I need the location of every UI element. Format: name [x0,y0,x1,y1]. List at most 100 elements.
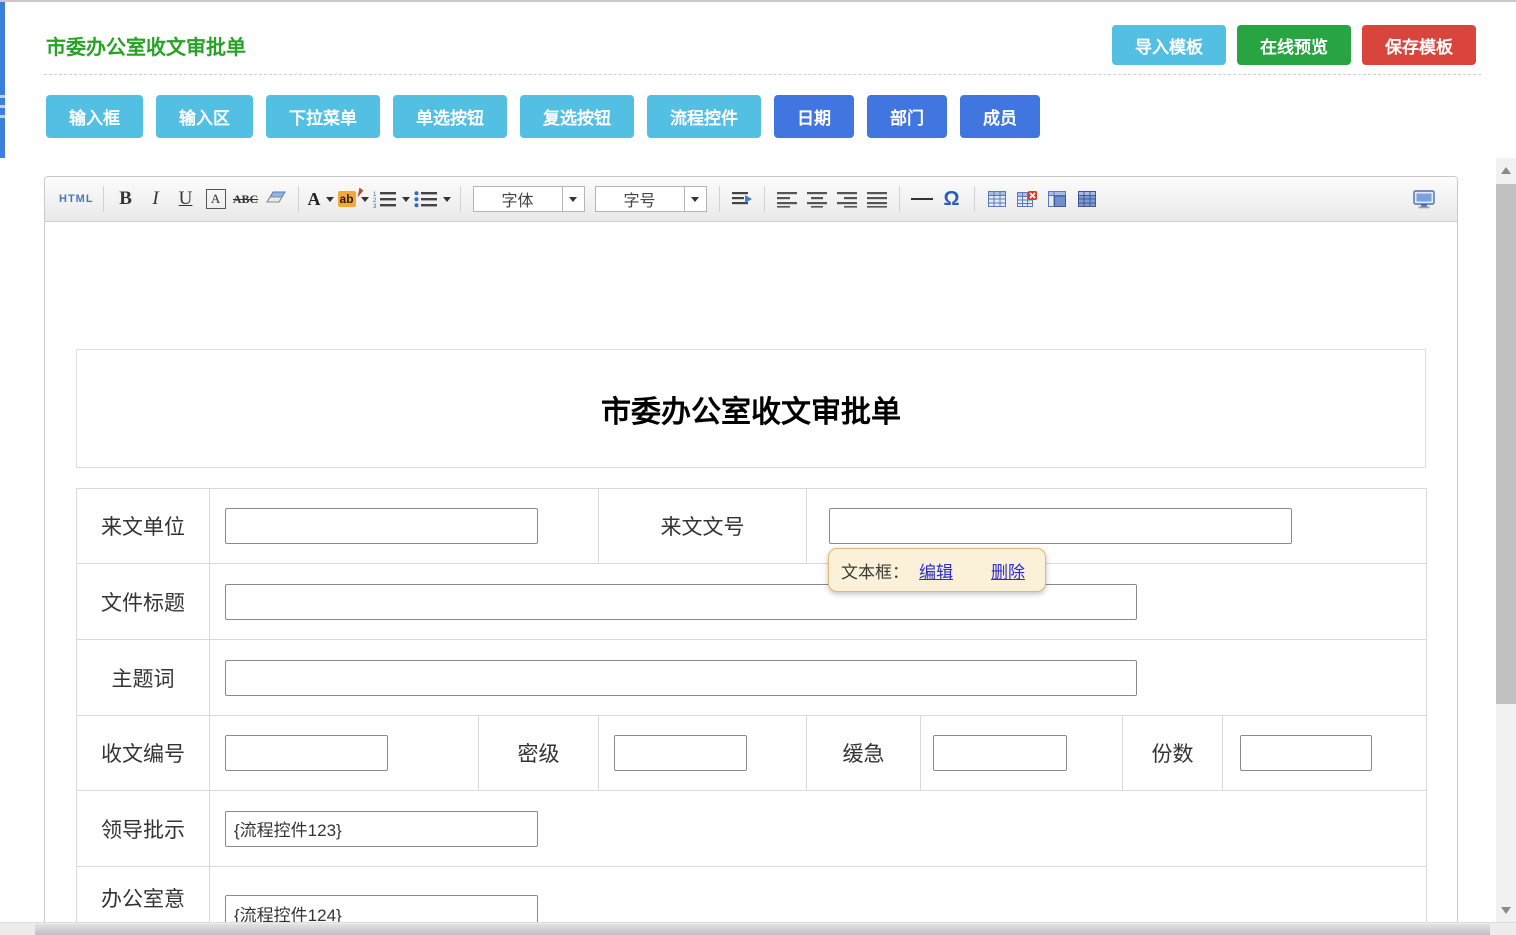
unordered-list-icon [414,190,438,208]
align-right-icon [836,190,858,208]
fullscreen-button[interactable] [1411,184,1437,214]
table-row: 来文单位 来文文号 [77,489,1427,564]
dropdown-caret-icon [691,197,699,202]
bold-icon: B [119,188,132,210]
horizontal-scrollbar-thumb[interactable] [35,924,1490,935]
toolbox-date-button[interactable]: 日期 [774,95,854,138]
leader-note-input[interactable] [225,811,538,847]
indent-button[interactable] [729,184,755,214]
table-row: 收文编号 密级 缓急 份数 [77,716,1427,791]
toolbox-input-box-button[interactable]: 输入框 [46,95,143,138]
toolbar-separator [298,186,299,212]
sidebar-edge [0,2,5,158]
ordered-list-icon: 1 2 3 [373,190,397,208]
scroll-down-button[interactable] [1496,900,1516,920]
horizontal-rule-button[interactable] [909,184,935,214]
editor-toolbar: HTML B I U A ABC A ab 1 2 3 [45,177,1457,222]
receipt-no-input[interactable] [225,735,388,771]
toolbox-textarea-button[interactable]: 输入区 [156,95,253,138]
import-template-button[interactable]: 导入模板 [1112,25,1226,65]
special-char-button[interactable]: Ω [939,184,965,214]
font-family-select[interactable]: 字体 [473,186,585,212]
align-justify-button[interactable] [864,184,890,214]
toolbox-department-button[interactable]: 部门 [867,95,947,138]
font-size-value: 字号 [596,187,684,211]
font-size-select[interactable]: 字号 [595,186,707,212]
select-arrow[interactable] [562,187,584,211]
dropdown-caret-icon [361,197,369,202]
source-code-button[interactable]: HTML [59,184,94,214]
strikethrough-icon: ABC [233,192,258,207]
subject-label: 主题词 [77,640,210,716]
tooltip-label: 文本框： [841,558,909,583]
form-title-box: 市委办公室收文审批单 [76,349,1426,468]
toolbox-member-button[interactable]: 成员 [960,95,1040,138]
toolbox-flow-control-button[interactable]: 流程控件 [647,95,761,138]
header-actions: 导入模板 在线预览 保存模板 [1112,25,1476,65]
from-unit-input[interactable] [225,508,538,544]
remove-format-button[interactable] [263,184,289,214]
svg-text:3: 3 [373,204,377,208]
bold-button[interactable]: B [113,184,139,214]
toolbar-separator [899,186,900,212]
eraser-icon [265,190,287,208]
align-left-icon [776,190,798,208]
urgency-input[interactable] [933,735,1067,771]
secrecy-input[interactable] [614,735,747,771]
dropdown-caret-icon [402,197,410,202]
scroll-up-button[interactable] [1496,160,1516,180]
cell-properties-button[interactable] [1044,184,1070,214]
cell-properties-icon [1048,191,1066,207]
toolbox-dropdown-button[interactable]: 下拉菜单 [266,95,380,138]
ordered-list-button[interactable]: 1 2 3 [373,184,410,214]
strikethrough-button[interactable]: ABC [233,184,259,214]
vertical-scrollbar-thumb[interactable] [1496,184,1516,704]
toolbox-checkbox-button[interactable]: 复选按钮 [520,95,634,138]
insert-table-icon [988,191,1006,207]
underline-button[interactable]: U [173,184,199,214]
style-box-button[interactable]: A [203,184,229,214]
sidebar-edge-mark [0,105,5,108]
toolbox-radio-button[interactable]: 单选按钮 [393,95,507,138]
source-icon: HTML [59,193,94,205]
toolbar-separator [974,186,975,212]
tooltip-delete-link[interactable]: 删除 [991,558,1025,583]
font-color-button[interactable]: A [308,184,334,214]
doc-no-input[interactable] [829,508,1292,544]
insert-table-button[interactable] [984,184,1010,214]
highlight-color-button[interactable]: ab [338,184,369,214]
dropdown-caret-icon [569,197,577,202]
select-arrow[interactable] [684,187,706,211]
italic-button[interactable]: I [143,184,169,214]
fullscreen-icon [1413,190,1435,209]
toolbar-separator [764,186,765,212]
copies-label: 份数 [1123,716,1223,791]
receipt-no-label: 收文编号 [77,716,210,791]
from-unit-label: 来文单位 [77,489,210,564]
tooltip-edit-link[interactable]: 编辑 [919,558,953,583]
subject-input[interactable] [225,660,1137,696]
arrow-down-icon [1501,907,1511,914]
font-color-icon: A [308,189,321,210]
table-row: 领导批示 [77,791,1427,867]
doc-no-label: 来文文号 [599,489,807,564]
doc-title-label: 文件标题 [77,564,210,640]
unordered-list-button[interactable] [414,184,451,214]
align-right-button[interactable] [834,184,860,214]
save-template-button[interactable]: 保存模板 [1362,25,1476,65]
vertical-scrollbar[interactable] [1496,158,1516,922]
align-left-button[interactable] [774,184,800,214]
horizontal-scrollbar[interactable] [0,922,1516,935]
table-properties-button[interactable] [1074,184,1100,214]
toolbar-separator [460,186,461,212]
editor-canvas[interactable]: 市委办公室收文审批单 来文单位 来文文号 文件标题 主题词 收文 [45,222,1457,935]
widget-tooltip: 文本框： 编辑 删除 [828,548,1046,592]
copies-input[interactable] [1240,735,1372,771]
font-family-value: 字体 [474,187,562,211]
align-center-button[interactable] [804,184,830,214]
table-properties-icon [1078,191,1096,207]
header-divider [44,74,1481,75]
table-row: 主题词 [77,640,1427,716]
online-preview-button[interactable]: 在线预览 [1237,25,1351,65]
delete-table-button[interactable] [1014,184,1040,214]
